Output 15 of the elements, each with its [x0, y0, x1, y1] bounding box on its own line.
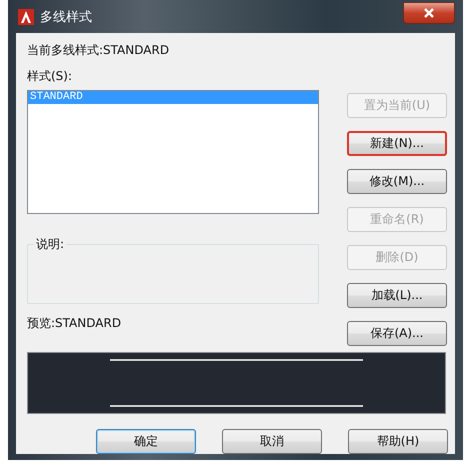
dialog-button[interactable]: 确定 — [96, 429, 196, 454]
action-button[interactable]: 修改(M)... — [347, 169, 447, 194]
styles-label: 样式(S): — [27, 68, 74, 85]
dialog-button[interactable]: 取消 — [222, 429, 322, 454]
dialog-button[interactable]: 帮助(H) — [348, 429, 448, 454]
app-logo-icon — [18, 8, 34, 24]
close-button[interactable] — [403, 2, 455, 24]
close-icon — [424, 8, 434, 18]
description-label: 说明: — [35, 236, 66, 253]
current-style-label: 当前多线样式:STANDARD — [27, 42, 170, 59]
action-button[interactable]: 保存(A)... — [347, 321, 447, 346]
action-button[interactable]: 新建(N)... — [347, 131, 447, 156]
window-title: 多线样式 — [40, 8, 92, 26]
preview-label: 预览:STANDARD — [27, 315, 122, 332]
action-button[interactable]: 加载(L)... — [347, 283, 447, 308]
